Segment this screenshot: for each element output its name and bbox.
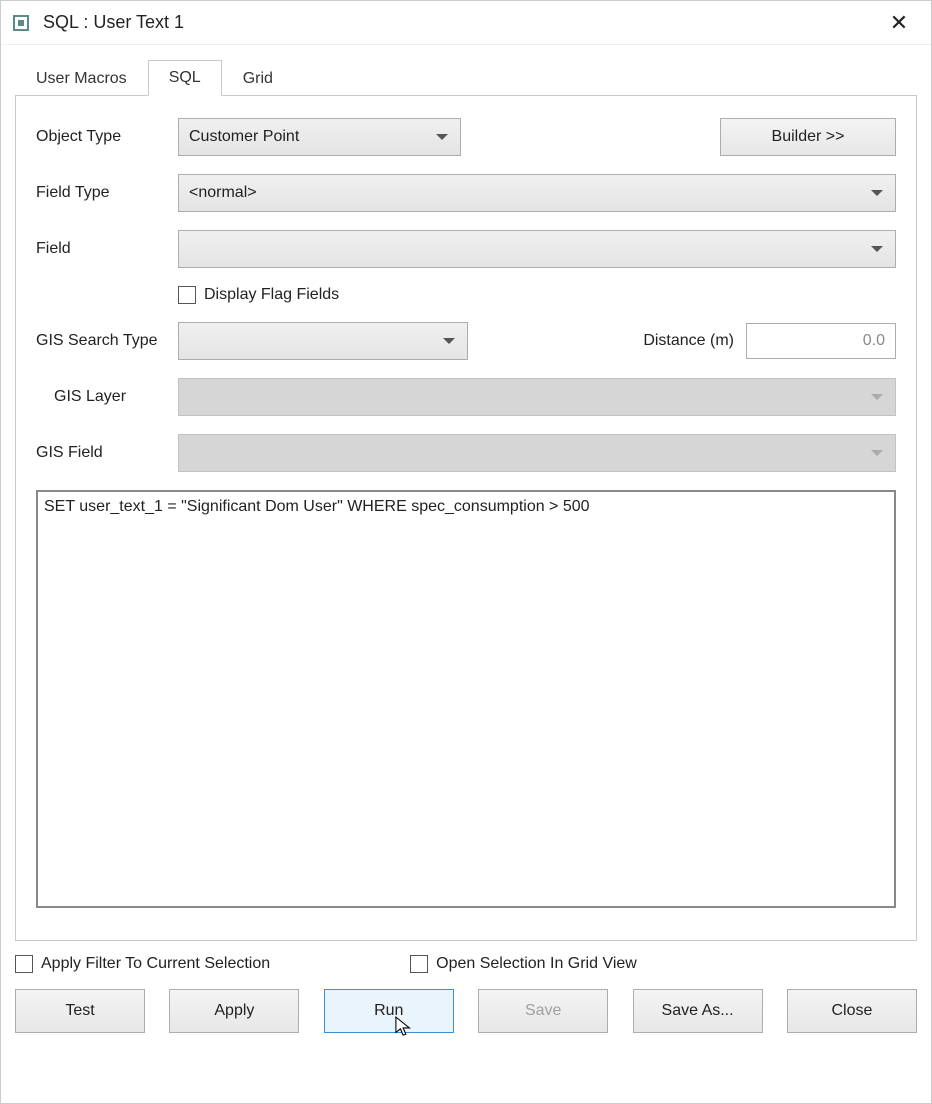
tab-strip: User Macros SQL Grid <box>15 59 917 96</box>
tab-user-macros[interactable]: User Macros <box>15 61 148 96</box>
distance-input[interactable] <box>746 323 896 359</box>
object-type-label: Object Type <box>36 128 166 146</box>
save-button: Save <box>478 989 608 1033</box>
window-title: SQL : User Text 1 <box>43 12 879 33</box>
display-flag-checkbox[interactable]: Display Flag Fields <box>178 286 339 304</box>
checkbox-icon <box>178 286 196 304</box>
tab-grid[interactable]: Grid <box>222 61 294 96</box>
builder-button[interactable]: Builder >> <box>720 118 896 156</box>
close-button[interactable]: Close <box>787 989 917 1033</box>
sql-textarea[interactable] <box>36 490 896 908</box>
chevron-down-icon <box>871 190 883 196</box>
app-icon <box>13 15 29 31</box>
apply-button[interactable]: Apply <box>169 989 299 1033</box>
title-bar: SQL : User Text 1 ✕ <box>1 1 931 45</box>
close-icon[interactable]: ✕ <box>879 10 919 36</box>
save-as-button[interactable]: Save As... <box>633 989 763 1033</box>
field-type-label: Field Type <box>36 184 166 202</box>
chevron-down-icon <box>443 338 455 344</box>
field-type-select[interactable]: <normal> <box>178 174 896 212</box>
gis-field-label: GIS Field <box>36 444 166 462</box>
gis-field-select <box>178 434 896 472</box>
field-label: Field <box>36 240 166 258</box>
test-button[interactable]: Test <box>15 989 145 1033</box>
checkbox-icon <box>410 955 428 973</box>
checkbox-icon <box>15 955 33 973</box>
run-button[interactable]: Run <box>324 989 454 1033</box>
object-type-select[interactable]: Customer Point <box>178 118 461 156</box>
field-type-value: <normal> <box>189 184 257 202</box>
chevron-down-icon <box>436 134 448 140</box>
sql-panel: Object Type Customer Point Builder >> Fi… <box>15 96 917 941</box>
distance-label: Distance (m) <box>643 332 734 350</box>
chevron-down-icon <box>871 394 883 400</box>
gis-search-select[interactable] <box>178 322 468 360</box>
apply-filter-checkbox[interactable]: Apply Filter To Current Selection <box>15 955 270 973</box>
gis-search-label: GIS Search Type <box>36 332 166 350</box>
gis-layer-label: GIS Layer <box>36 388 166 406</box>
gis-layer-select <box>178 378 896 416</box>
open-grid-checkbox[interactable]: Open Selection In Grid View <box>410 955 637 973</box>
chevron-down-icon <box>871 450 883 456</box>
tab-sql[interactable]: SQL <box>148 60 222 96</box>
chevron-down-icon <box>871 246 883 252</box>
object-type-value: Customer Point <box>189 128 299 146</box>
field-select[interactable] <box>178 230 896 268</box>
